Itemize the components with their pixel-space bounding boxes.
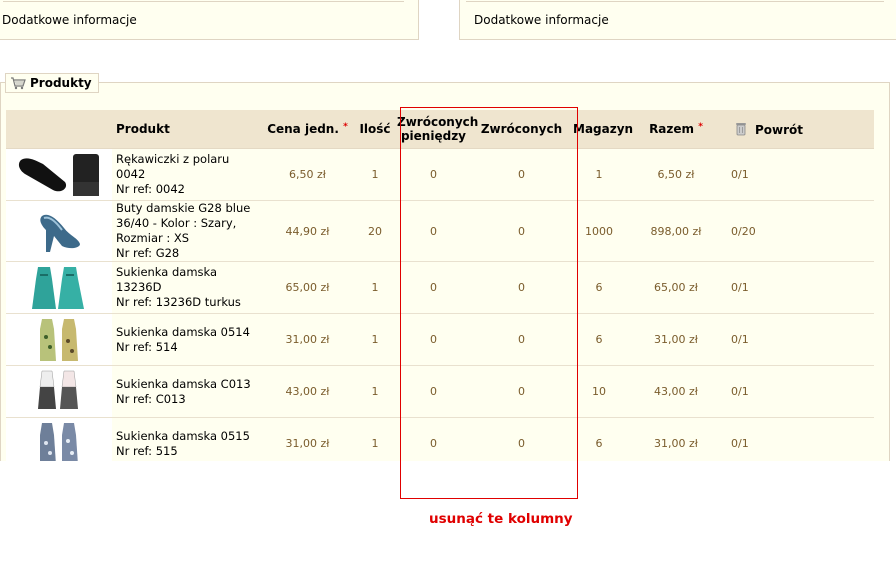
stock-cell: 6 [573,261,625,314]
stock-column-header: Magazyn [573,110,633,149]
quantity-cell: 1 [353,365,397,418]
total-cell: 6,50 zł [625,148,727,201]
return-cell: 0/1 [727,261,874,314]
quantity-cell: 20 [353,200,397,262]
product-thumbnail[interactable] [6,261,112,314]
total-cell: 898,00 zł [625,200,727,262]
product-name: Sukienka damska C013 Nr ref: C013 [112,365,262,418]
return-cell: 0/20 [727,200,874,262]
unit-price-column-header: Cena jedn. * [262,110,353,149]
unit-price-cell: 31,00 zł [262,313,353,366]
product-thumbnail[interactable] [6,313,112,366]
total-cell: 31,00 zł [625,313,727,366]
additional-info-label: Dodatkowe informacje [2,13,137,27]
image-column-header [6,110,112,149]
quantity-column-header: Ilość [353,110,397,149]
product-thumbnail[interactable] [6,200,112,262]
product-name: Buty damskie G28 blue 36/40 - Kolor : Sza… [112,200,262,262]
divider [3,1,404,2]
total-cell: 43,00 zł [625,365,727,418]
additional-info-panel-left: Dodatkowe informacje [0,0,419,40]
quantity-cell: 1 [353,313,397,366]
products-legend: Produkty [5,73,99,93]
product-name: Rękawiczki z polaru 0042 Nr ref: 0042 [112,148,262,201]
return-cell: 0/1 [727,313,874,366]
dress-image [32,266,84,309]
product-thumbnail[interactable] [6,365,112,418]
return-cell: 0/1 [727,148,874,201]
annotation-note: usunąć te kolumny [429,511,573,527]
stock-cell: 10 [573,365,625,418]
cart-icon [10,76,26,90]
additional-info-label: Dodatkowe informacje [474,13,609,27]
stock-cell: 1 [573,148,625,201]
unit-price-cell: 43,00 zł [262,365,353,418]
dress-image [38,370,78,409]
product-name: Sukienka damska 0514 Nr ref: 514 [112,313,262,366]
total-column-header: Razem * [625,110,727,149]
stock-cell: 1000 [573,200,625,262]
additional-info-panel-right: Dodatkowe informacje [459,0,896,40]
quantity-cell: 1 [353,261,397,314]
divider [466,1,884,2]
dress-image [40,422,78,465]
product-name: Sukienka damska 13236D Nr ref: 13236D turk… [112,261,262,314]
unit-price-cell: 65,00 zł [262,261,353,314]
trash-icon [735,122,747,136]
gloves-image [18,153,99,196]
unit-price-cell: 6,50 zł [262,148,353,201]
return-column-header: Powrót [727,110,874,149]
annotation-highlight-box [400,107,578,499]
dress-image [40,318,78,361]
quantity-cell: 1 [353,148,397,201]
products-legend-label: Produkty [30,76,92,90]
total-cell: 65,00 zł [625,261,727,314]
unit-price-cell: 44,90 zł [262,200,353,262]
shoe-image [40,214,80,252]
return-cell: 0/1 [727,365,874,418]
stock-cell: 6 [573,313,625,366]
product-thumbnail[interactable] [6,148,112,201]
product-column-header: Produkt [112,110,262,149]
